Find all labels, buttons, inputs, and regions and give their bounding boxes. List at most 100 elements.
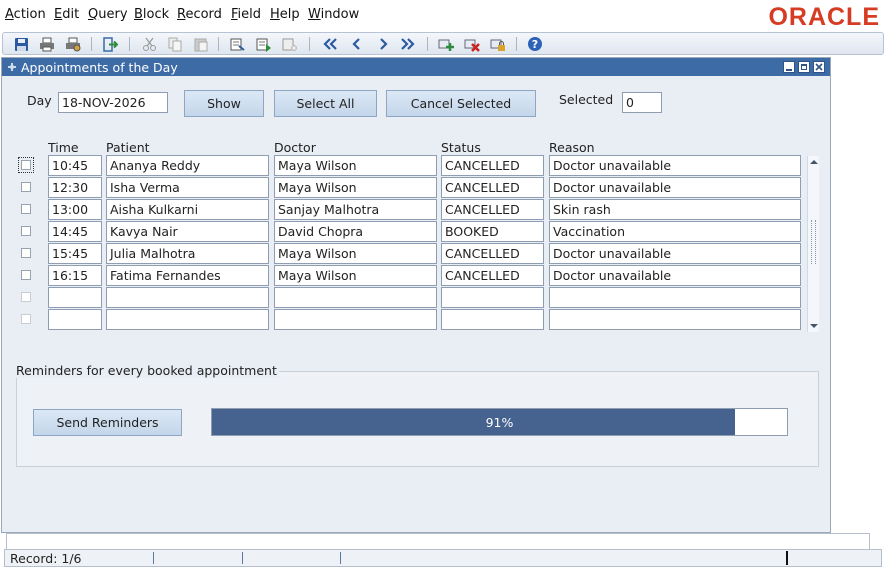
col-header-time: Time xyxy=(48,140,79,155)
print-setup-icon[interactable] xyxy=(64,35,82,53)
time-cell[interactable]: 10:45 xyxy=(48,155,102,176)
oracle-logo: ORACLE xyxy=(768,3,880,31)
row-checkbox[interactable] xyxy=(21,292,31,302)
col-header-reason: Reason xyxy=(549,140,595,155)
reason-cell[interactable]: Vaccination xyxy=(549,221,801,242)
status-bar: Record: 1/6 xyxy=(4,533,882,567)
selected-count-field[interactable]: 0 xyxy=(622,92,662,113)
status-cell[interactable] xyxy=(441,287,544,308)
scroll-thumb[interactable] xyxy=(811,220,816,264)
reason-cell[interactable]: Doctor unavailable xyxy=(549,265,801,286)
status-cursor xyxy=(786,551,788,565)
insert-record-icon[interactable] xyxy=(437,35,455,53)
show-button[interactable]: Show xyxy=(184,90,264,117)
time-cell[interactable]: 13:00 xyxy=(48,199,102,220)
previous-record-icon[interactable] xyxy=(348,35,366,53)
patient-cell[interactable]: Kavya Nair xyxy=(106,221,269,242)
minimize-icon[interactable] xyxy=(783,61,795,73)
appointments-window: Appointments of the Day Day 18-NOV-2026 … xyxy=(1,57,831,533)
doctor-cell[interactable]: Sanjay Malhotra xyxy=(274,199,437,220)
reason-cell[interactable]: Doctor unavailable xyxy=(549,155,801,176)
lock-record-icon[interactable] xyxy=(489,35,507,53)
col-header-doctor: Doctor xyxy=(274,140,316,155)
patient-cell[interactable] xyxy=(106,309,269,330)
time-cell[interactable] xyxy=(48,287,102,308)
patient-cell[interactable] xyxy=(106,287,269,308)
send-reminders-button[interactable]: Send Reminders xyxy=(33,409,182,436)
menu-block[interactable]: Block xyxy=(134,7,169,22)
doctor-cell[interactable]: David Chopra xyxy=(274,221,437,242)
row-checkbox[interactable] xyxy=(21,182,31,192)
exit-icon[interactable] xyxy=(101,35,119,53)
svg-text:?: ? xyxy=(532,38,538,51)
menu-action[interactable]: Action xyxy=(5,7,46,22)
menu-window[interactable]: Window xyxy=(308,7,359,22)
menu-field[interactable]: Field xyxy=(231,7,261,22)
cancel-selected-button[interactable]: Cancel Selected xyxy=(386,90,536,117)
status-cell[interactable]: CANCELLED xyxy=(441,177,544,198)
window-title: Appointments of the Day xyxy=(21,60,178,75)
message-line xyxy=(6,533,870,550)
last-record-icon[interactable] xyxy=(399,35,417,53)
time-cell[interactable] xyxy=(48,309,102,330)
menu-help[interactable]: Help xyxy=(270,7,300,22)
time-cell[interactable]: 16:15 xyxy=(48,265,102,286)
next-record-icon[interactable] xyxy=(374,35,392,53)
table-scrollbar[interactable] xyxy=(807,156,819,332)
reason-cell[interactable]: Doctor unavailable xyxy=(549,243,801,264)
row-checkbox[interactable] xyxy=(21,248,31,258)
status-cell[interactable]: CANCELLED xyxy=(441,199,544,220)
time-cell[interactable]: 12:30 xyxy=(48,177,102,198)
paste-icon[interactable] xyxy=(192,35,210,53)
menu-query[interactable]: Query xyxy=(88,7,128,22)
delete-record-icon[interactable] xyxy=(463,35,481,53)
reason-cell[interactable] xyxy=(549,309,801,330)
patient-cell[interactable]: Ananya Reddy xyxy=(106,155,269,176)
col-header-patient: Patient xyxy=(106,140,150,155)
time-cell[interactable]: 15:45 xyxy=(48,243,102,264)
close-icon[interactable] xyxy=(813,61,825,73)
reason-cell[interactable] xyxy=(549,287,801,308)
doctor-cell[interactable]: Maya Wilson xyxy=(274,265,437,286)
time-cell[interactable]: 14:45 xyxy=(48,221,102,242)
save-icon[interactable] xyxy=(12,35,30,53)
print-icon[interactable] xyxy=(38,35,56,53)
cancel-query-icon[interactable] xyxy=(281,35,299,53)
doctor-cell[interactable]: Maya Wilson xyxy=(274,177,437,198)
status-cell[interactable]: CANCELLED xyxy=(441,243,544,264)
row-checkbox[interactable] xyxy=(18,157,34,173)
status-line: Record: 1/6 xyxy=(4,549,882,567)
patient-cell[interactable]: Aisha Kulkarni xyxy=(106,199,269,220)
patient-cell[interactable]: Julia Malhotra xyxy=(106,243,269,264)
day-label: Day xyxy=(27,93,52,108)
scroll-down-icon[interactable] xyxy=(808,321,820,331)
reason-cell[interactable]: Skin rash xyxy=(549,199,801,220)
row-checkbox[interactable] xyxy=(21,204,31,214)
patient-cell[interactable]: Isha Verma xyxy=(106,177,269,198)
row-checkbox[interactable] xyxy=(21,226,31,236)
doctor-cell[interactable]: Maya Wilson xyxy=(274,155,437,176)
select-all-button[interactable]: Select All xyxy=(274,90,377,117)
reason-cell[interactable]: Doctor unavailable xyxy=(549,177,801,198)
status-cell[interactable]: BOOKED xyxy=(441,221,544,242)
maximize-icon[interactable] xyxy=(798,61,810,73)
row-checkbox[interactable] xyxy=(21,270,31,280)
doctor-cell[interactable] xyxy=(274,287,437,308)
copy-icon[interactable] xyxy=(166,35,184,53)
menu-edit[interactable]: Edit xyxy=(54,7,79,22)
status-cell[interactable]: CANCELLED xyxy=(441,155,544,176)
row-checkbox[interactable] xyxy=(21,314,31,324)
status-cell[interactable] xyxy=(441,309,544,330)
day-field[interactable]: 18-NOV-2026 xyxy=(58,92,168,113)
status-cell[interactable]: CANCELLED xyxy=(441,265,544,286)
scroll-up-icon[interactable] xyxy=(808,157,820,167)
menu-record[interactable]: Record xyxy=(177,7,222,22)
doctor-cell[interactable]: Maya Wilson xyxy=(274,243,437,264)
cut-icon[interactable] xyxy=(140,35,158,53)
patient-cell[interactable]: Fatima Fernandes xyxy=(106,265,269,286)
enter-query-icon[interactable] xyxy=(229,35,247,53)
help-icon[interactable]: ? xyxy=(526,35,544,53)
doctor-cell[interactable] xyxy=(274,309,437,330)
execute-query-icon[interactable] xyxy=(255,35,273,53)
first-record-icon[interactable] xyxy=(321,35,339,53)
